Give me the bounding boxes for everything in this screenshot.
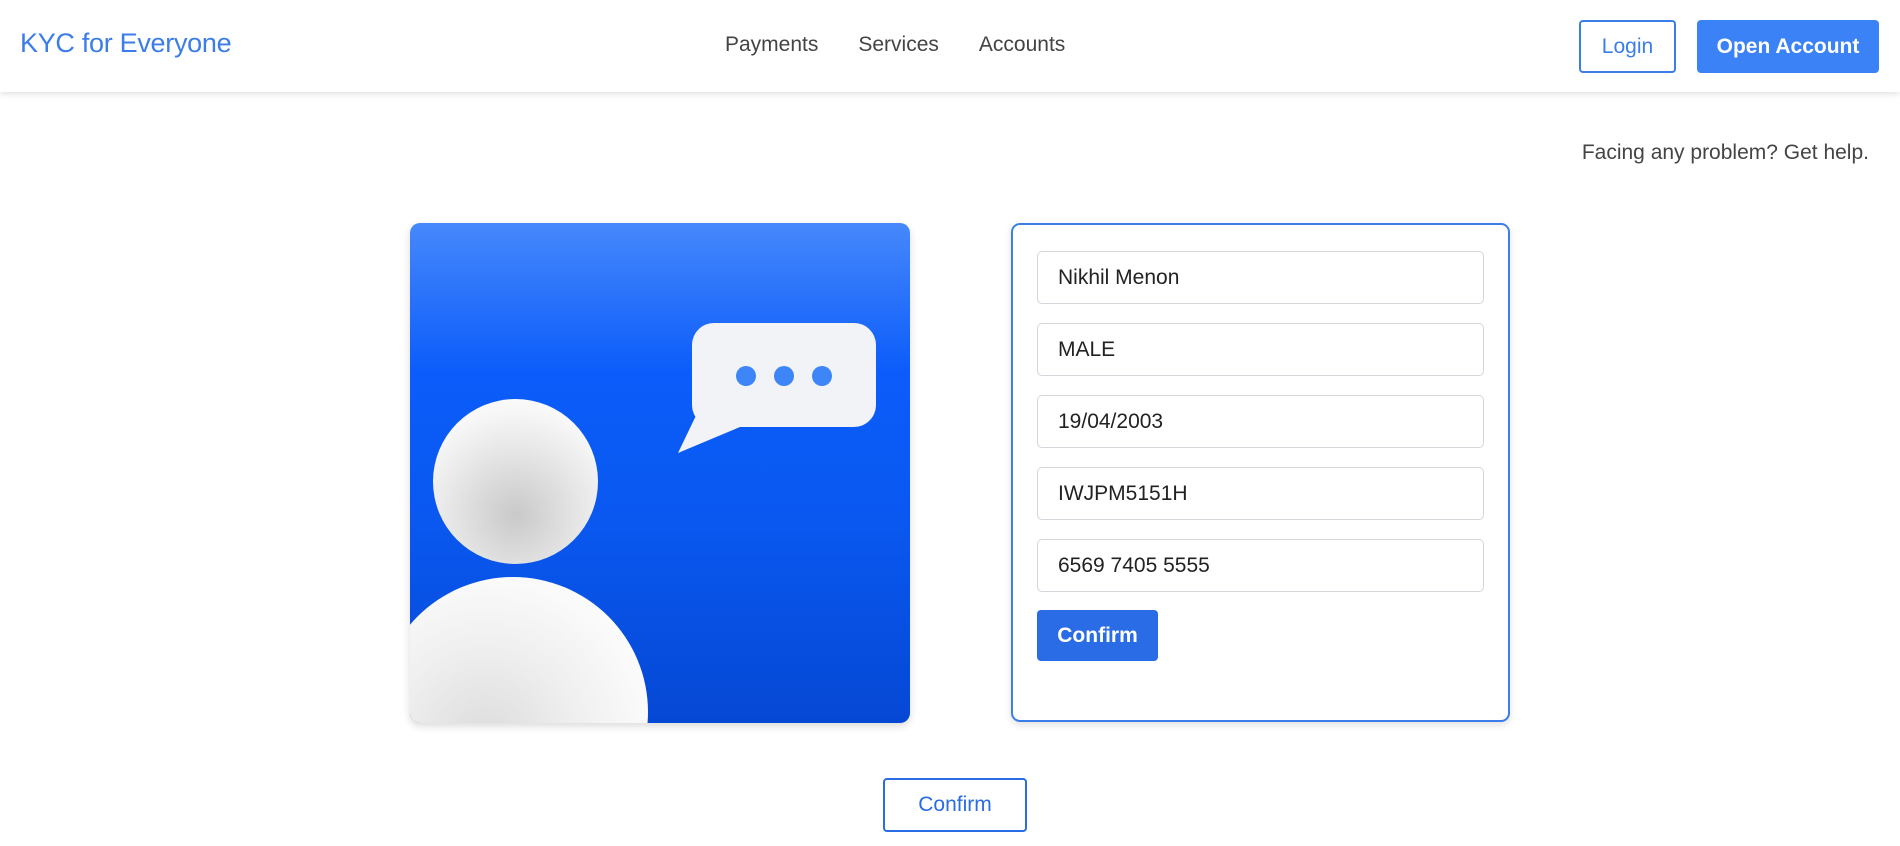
aadhaar-number-field[interactable]: 6569 7405 5555	[1037, 539, 1484, 592]
gender-field[interactable]: MALE	[1037, 323, 1484, 376]
typing-dot-icon	[736, 366, 756, 386]
typing-dot-icon	[812, 366, 832, 386]
speech-bubble-icon	[692, 323, 876, 427]
open-account-button[interactable]: Open Account	[1697, 20, 1879, 73]
main-nav: Payments Services Accounts	[725, 33, 1065, 57]
full-name-field[interactable]: Nikhil Menon	[1037, 251, 1484, 304]
kyc-form: Nikhil Menon MALE 19/04/2003 IWJPM5151H …	[1011, 223, 1510, 722]
confirm-button[interactable]: Confirm	[883, 778, 1027, 832]
login-button[interactable]: Login	[1579, 20, 1676, 73]
nav-link-accounts[interactable]: Accounts	[979, 33, 1065, 57]
form-confirm-button[interactable]: Confirm	[1037, 610, 1158, 661]
nav-link-services[interactable]: Services	[858, 33, 939, 57]
date-of-birth-field[interactable]: 19/04/2003	[1037, 395, 1484, 448]
nav-link-payments[interactable]: Payments	[725, 33, 818, 57]
user-chat-illustration	[410, 223, 910, 723]
typing-dot-icon	[774, 366, 794, 386]
brand-logo[interactable]: KYC for Everyone	[20, 28, 232, 59]
help-link[interactable]: Facing any problem? Get help.	[1582, 141, 1869, 165]
top-navbar: KYC for Everyone Payments Services Accou…	[0, 0, 1900, 92]
user-head-icon	[433, 399, 598, 564]
pan-number-field[interactable]: IWJPM5151H	[1037, 467, 1484, 520]
